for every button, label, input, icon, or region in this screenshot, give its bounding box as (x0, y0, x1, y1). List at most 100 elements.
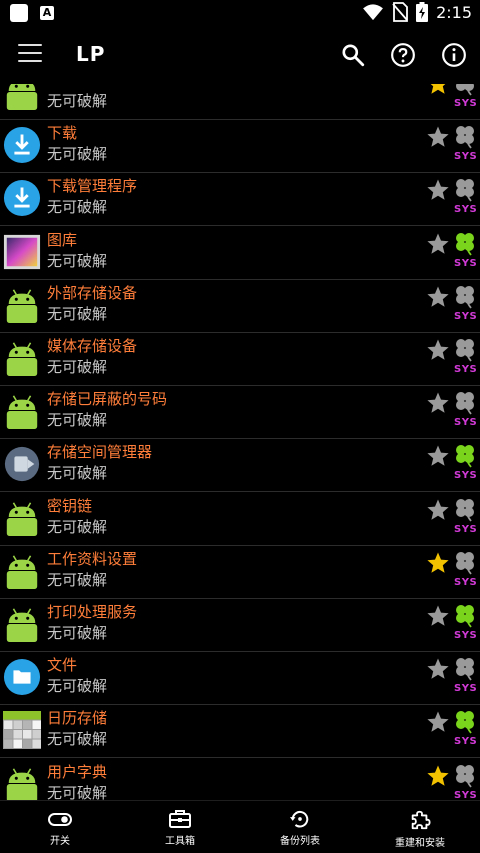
sys-badge: SYS (454, 257, 478, 269)
app-status: 无可破解 (47, 464, 108, 483)
sys-badge: SYS (454, 310, 478, 322)
search-icon[interactable] (340, 42, 366, 68)
list-item[interactable]: 无可破解 SYS (0, 84, 480, 120)
sys-badge: SYS (454, 417, 478, 429)
list-item[interactable]: 外部存储设备 无可破解 SYS (0, 279, 480, 333)
star-gray-icon (426, 178, 450, 202)
clover-green-icon (452, 442, 478, 468)
app-status: 无可破解 (47, 92, 108, 110)
clover-gray-icon (452, 389, 478, 415)
clover-gray-icon (452, 549, 478, 575)
wifi-icon (363, 4, 383, 21)
android-icon (3, 605, 41, 643)
sys-badge: SYS (454, 736, 478, 748)
menu-icon[interactable] (18, 44, 42, 66)
clover-gray-icon (452, 176, 478, 202)
app-status: 无可破解 (47, 251, 108, 270)
list-item[interactable]: 密钥链 无可破解 SYS (0, 492, 480, 546)
app-name: 媒体存储设备 (47, 337, 138, 355)
clover-gray-icon (452, 336, 478, 362)
app-status: 无可破解 (47, 358, 108, 376)
android-icon (3, 765, 41, 800)
download-icon (3, 126, 41, 164)
star-gray-icon (426, 285, 450, 309)
list-item[interactable]: 媒体存储设备 无可破解 SYS (0, 332, 480, 386)
star-gray-icon (426, 498, 450, 522)
app-status: 无可破解 (47, 570, 108, 589)
star-gray-icon (426, 125, 450, 149)
app-title: LP (76, 42, 106, 66)
android-icon (3, 339, 41, 377)
list-item[interactable]: 打印处理服务 无可破解 SYS (0, 598, 480, 652)
nav-label-toolbox: 工具箱 (165, 836, 195, 847)
star-gold-icon (426, 84, 450, 96)
status-bar-left: A (10, 4, 54, 22)
android-icon (3, 84, 41, 111)
app-name: 存储已屏蔽的号码 (47, 390, 168, 409)
sys-badge: SYS (454, 523, 478, 535)
sys-badge: SYS (454, 151, 478, 163)
android-icon (3, 392, 41, 430)
toggle-icon (48, 813, 72, 826)
nav-item-rebuild[interactable]: 重建和安装 (360, 805, 480, 851)
app-name: 工作资料设置 (47, 549, 138, 568)
storage-manager-icon (3, 445, 41, 483)
list-item[interactable]: 存储已屏蔽的号码 无可破解 SYS (0, 385, 480, 440)
star-gold-icon (426, 764, 450, 788)
app-bar: LP (0, 28, 480, 84)
sys-badge: SYS (454, 789, 478, 800)
nav-label-rebuild: 重建和安装 (395, 838, 445, 849)
star-gray-icon (426, 232, 450, 256)
app-name: 下载 (47, 124, 78, 143)
gallery-icon (3, 233, 41, 271)
text-a-icon: A (40, 6, 54, 20)
star-gray-icon (426, 710, 450, 734)
battery-charging-icon (416, 2, 429, 22)
clover-gray-icon (452, 762, 478, 788)
app-list[interactable]: 无可破解 SYS 下载 无可破解 SYS 下载管理程序 无可破解 SYS 图库 无可破解 SYS 外部… (0, 84, 480, 800)
nav-item-backup[interactable]: 备份列表 (240, 805, 360, 851)
star-gray-icon (426, 444, 450, 468)
puzzle-icon (411, 810, 431, 830)
star-gray-icon (426, 604, 450, 628)
app-name: 图库 (47, 230, 78, 249)
app-status: 无可破解 (47, 145, 108, 164)
status-time: 2:15 (436, 2, 472, 22)
clover-gray-icon (452, 655, 478, 681)
app-status: 无可破解 (47, 783, 108, 800)
clover-gray-icon (452, 496, 478, 522)
info-icon[interactable] (441, 42, 467, 68)
list-item[interactable]: 工作资料设置 无可破解 SYS (0, 545, 480, 599)
download-icon (3, 179, 41, 217)
app-status: 无可破解 (47, 304, 108, 323)
clover-gray-icon (452, 283, 478, 309)
clover-gray-icon (452, 84, 478, 96)
bottom-nav: 开关 工具箱 备份列表 重建和安装 (0, 800, 480, 853)
app-name: 用户字典 (47, 762, 108, 781)
sys-badge: SYS (454, 576, 478, 588)
list-item[interactable]: 日历存储 无可破解 SYS (0, 704, 480, 759)
android-icon (3, 286, 41, 324)
sys-badge: SYS (454, 630, 478, 641)
list-item[interactable]: 下载无可破解 SYS (0, 119, 480, 174)
list-item[interactable]: 存储空间管理器 无可破解 SYS (0, 438, 480, 493)
clover-green-icon (452, 602, 478, 628)
help-icon[interactable] (390, 42, 416, 68)
list-item[interactable]: 用户字典无可破解 SYS (0, 758, 480, 800)
app-name: 文件 (47, 656, 78, 675)
sys-badge: SYS (454, 98, 478, 109)
nav-label-backup: 备份列表 (280, 836, 320, 847)
list-item[interactable]: 下载管理程序 无可破解 SYS (0, 172, 480, 227)
no-sim-icon (392, 2, 408, 22)
android-icon (3, 499, 41, 537)
notification-square-icon (10, 4, 28, 22)
clover-gray-icon (452, 123, 478, 149)
app-name: 密钥链 (47, 496, 93, 515)
backup-restore-icon (290, 810, 309, 828)
app-name: 日历存储 (47, 709, 108, 728)
list-item[interactable]: 文件 无可破解 SYS (0, 651, 480, 706)
list-item[interactable]: 图库无可破解 SYS (0, 226, 480, 280)
calendar-storage-icon (3, 711, 41, 750)
nav-item-toolbox[interactable]: 工具箱 (120, 805, 240, 851)
nav-item-toggle[interactable]: 开关 (0, 805, 120, 851)
